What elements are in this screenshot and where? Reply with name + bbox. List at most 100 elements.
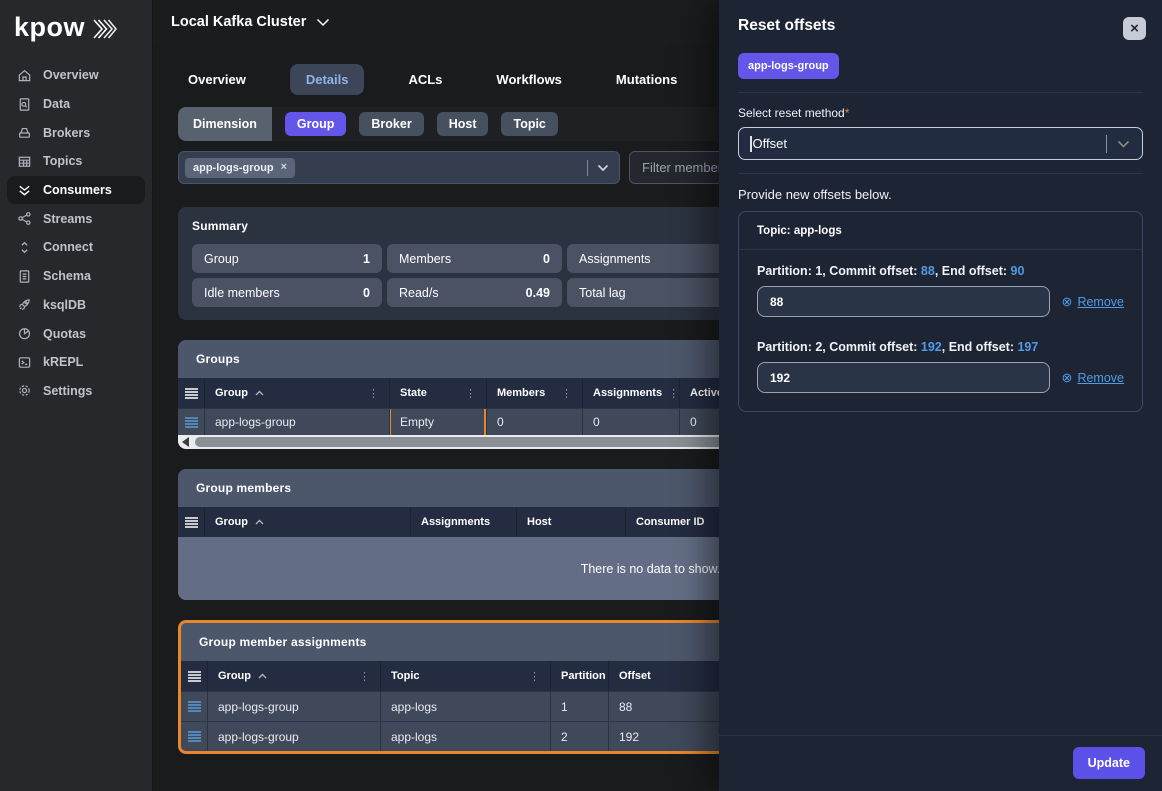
col-members[interactable]: Members⋮: [487, 378, 583, 408]
row-menu-header[interactable]: [178, 378, 205, 408]
column-menu-icon[interactable]: ⋮: [662, 387, 679, 400]
sidebar-item-krepl[interactable]: kREPL: [7, 348, 145, 377]
reset-method-select[interactable]: Offset: [738, 127, 1143, 160]
remove-partition-link[interactable]: ⊗ Remove: [1062, 370, 1124, 386]
row-menu-cell[interactable]: [181, 722, 208, 751]
divider: [739, 249, 1142, 250]
remove-circle-icon: ⊗: [1062, 294, 1073, 310]
column-menu-icon[interactable]: ⋮: [523, 670, 540, 683]
sidebar-item-label: Topics: [43, 154, 82, 168]
remove-circle-icon: ⊗: [1062, 370, 1073, 386]
offset-input[interactable]: [757, 286, 1050, 317]
row-menu-header[interactable]: [178, 507, 205, 537]
sidebar-item-label: Streams: [43, 212, 92, 226]
select-controls: [587, 160, 609, 176]
tab-mutations[interactable]: Mutations: [606, 64, 687, 95]
sidebar-item-label: Schema: [43, 269, 91, 283]
cell-assignments: 0: [583, 409, 680, 435]
col-group[interactable]: Group⋮: [208, 661, 381, 691]
sidebar-item-streams[interactable]: Streams: [7, 204, 145, 233]
sidebar-item-label: Overview: [43, 68, 99, 82]
commit-offset-value: 88: [921, 264, 935, 278]
close-icon[interactable]: ×: [1123, 17, 1146, 40]
col-assignments[interactable]: Assignments⋮: [583, 378, 680, 408]
cell-partition: 1: [551, 692, 609, 721]
krepl-terminal-icon: [17, 355, 32, 370]
chevron-down-icon[interactable]: [1117, 140, 1130, 148]
dimension-option-topic[interactable]: Topic: [501, 112, 557, 136]
row-menu-cell[interactable]: [178, 409, 205, 435]
dimension-option-host[interactable]: Host: [437, 112, 489, 136]
cell-group: app-logs-group: [208, 692, 381, 721]
dimension-option-group[interactable]: Group: [285, 112, 347, 136]
topic-offsets-card: Topic: app-logs Partition: 1, Commit off…: [738, 211, 1143, 412]
remove-partition-link[interactable]: ⊗ Remove: [1062, 294, 1124, 310]
sidebar-nav: Overview Data Brokers Topics Consumers S…: [0, 57, 152, 409]
divider: [738, 173, 1143, 174]
partition-input-row: ⊗ Remove: [757, 362, 1124, 393]
remove-tag-icon[interactable]: ×: [281, 162, 287, 173]
tab-workflows[interactable]: Workflows: [486, 64, 572, 95]
tab-acls[interactable]: ACLs: [398, 64, 452, 95]
stat-group: Group1: [192, 244, 382, 273]
column-menu-icon[interactable]: ⋮: [459, 387, 476, 400]
cell-state: Empty: [390, 409, 487, 435]
column-menu-icon[interactable]: ⋮: [555, 387, 572, 400]
menu-icon: [188, 671, 201, 682]
stat-members: Members0: [387, 244, 562, 273]
sidebar-item-label: Connect: [43, 240, 93, 254]
sidebar-item-brokers[interactable]: Brokers: [7, 118, 145, 147]
chevron-down-icon[interactable]: [597, 164, 609, 172]
col-group[interactable]: Group⋮: [205, 378, 390, 408]
group-filter-select[interactable]: app-logs-group ×: [178, 151, 620, 184]
menu-icon: [188, 731, 201, 742]
cluster-selector[interactable]: Local Kafka Cluster: [171, 14, 330, 30]
dimension-label: Dimension: [178, 107, 272, 141]
select-divider: [1106, 135, 1107, 153]
sidebar-item-overview[interactable]: Overview: [7, 61, 145, 90]
group-members-title: Group members: [196, 481, 291, 495]
sidebar-item-quotas[interactable]: Quotas: [7, 319, 145, 348]
sidebar-item-connect[interactable]: Connect: [7, 233, 145, 262]
scroll-left-arrow-icon[interactable]: [182, 437, 189, 447]
connect-icon: [17, 240, 32, 255]
groups-title: Groups: [196, 352, 240, 366]
col-state[interactable]: State⋮: [390, 378, 487, 408]
col-partition[interactable]: Partition⋮: [551, 661, 609, 691]
tab-details[interactable]: Details: [290, 64, 365, 95]
cell-partition: 2: [551, 722, 609, 751]
sidebar-item-schema[interactable]: Schema: [7, 262, 145, 291]
offset-input[interactable]: [757, 362, 1050, 393]
partition-block: Partition: 1, Commit offset: 88, End off…: [757, 264, 1124, 317]
row-menu-cell[interactable]: [181, 692, 208, 721]
sidebar-item-ksqldb[interactable]: ksqlDB: [7, 291, 145, 320]
col-host[interactable]: Host: [517, 507, 626, 537]
group-badge: app-logs-group: [738, 53, 839, 79]
sidebar-item-topics[interactable]: Topics: [7, 147, 145, 176]
reset-method-value: Offset: [753, 136, 787, 151]
sidebar-item-data[interactable]: Data: [7, 90, 145, 119]
sidebar-item-label: Consumers: [43, 183, 112, 197]
topic-card-title: Topic: app-logs: [757, 225, 1124, 237]
divider: [738, 92, 1143, 93]
tab-overview[interactable]: Overview: [178, 64, 256, 95]
col-topic[interactable]: Topic⋮: [381, 661, 551, 691]
update-button[interactable]: Update: [1073, 747, 1145, 779]
panel-header: Reset offsets ×: [719, 0, 1162, 40]
row-menu-header[interactable]: [181, 661, 208, 691]
menu-icon: [185, 517, 198, 528]
col-group[interactable]: Group: [205, 507, 411, 537]
commit-offset-value: 192: [921, 340, 942, 354]
column-menu-icon[interactable]: ⋮: [353, 670, 370, 683]
topics-icon: [17, 154, 32, 169]
col-assignments[interactable]: Assignments: [411, 507, 517, 537]
group-filter-tag-label: app-logs-group: [193, 162, 274, 174]
panel-footer: Update: [719, 735, 1162, 791]
sidebar-item-label: Quotas: [43, 327, 86, 341]
sidebar-item-consumers[interactable]: Consumers: [7, 176, 145, 205]
dimension-option-broker[interactable]: Broker: [359, 112, 423, 136]
kpow-logo: kpow: [0, 0, 152, 57]
sidebar-item-label: Data: [43, 97, 70, 111]
sidebar-item-settings[interactable]: Settings: [7, 377, 145, 406]
column-menu-icon[interactable]: ⋮: [362, 387, 379, 400]
